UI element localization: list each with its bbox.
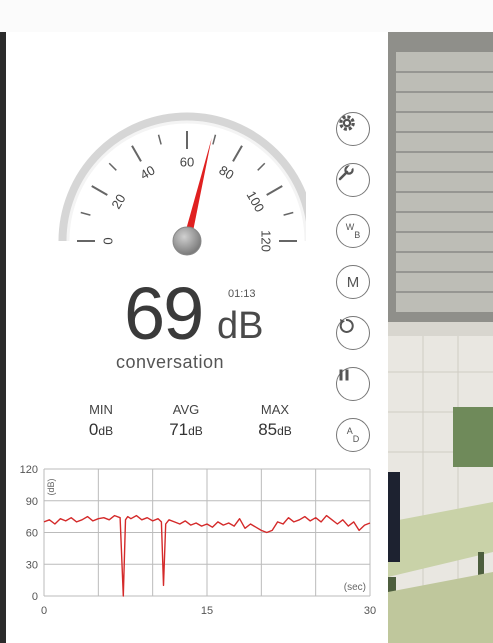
gauge-tick <box>266 185 283 196</box>
chart-grid <box>43 468 371 597</box>
chart-y-tick: 60 <box>26 528 38 540</box>
reset-icon <box>339 318 354 333</box>
gauge-tick <box>283 211 294 216</box>
gauge-label: 20 <box>108 191 128 211</box>
gauge-label: 0 <box>100 237 115 244</box>
min-label: MIN <box>89 402 113 417</box>
gauge-label: 40 <box>137 162 157 182</box>
max-value: 85dB <box>258 420 292 439</box>
chart-x-tick: 0 <box>41 605 47 617</box>
noise-category: conversation <box>116 352 225 372</box>
max-label: MAX <box>260 402 290 417</box>
current-db-unit: dB <box>217 305 264 347</box>
memory-label: M <box>346 273 360 291</box>
gauge-label: 100 <box>244 188 268 214</box>
chart-x-tick: 15 <box>201 605 213 617</box>
gauge-label: 80 <box>217 162 237 182</box>
gauge-tick <box>257 162 266 171</box>
gauge-tick <box>157 134 162 145</box>
ad-button[interactable]: AD <box>336 418 370 452</box>
chart-y-label: (dB) <box>46 478 56 495</box>
gauge-tick <box>212 134 217 145</box>
chart-y-tick: 120 <box>20 464 38 476</box>
settings-button[interactable] <box>336 112 370 146</box>
sound-meter-panel: 0 20 40 60 80 100 120 120 90 60 30 0 0 15 30 (dB) (sec)… <box>6 32 388 643</box>
gauge-label: 60 <box>180 154 194 169</box>
gauge-tick <box>108 162 117 171</box>
min-value: 0dB <box>88 420 114 439</box>
min-stat: MIN 0dB <box>66 402 136 440</box>
chart-y-tick: 0 <box>32 591 38 603</box>
chart-y-tick: 90 <box>26 496 38 508</box>
chart-x-label: (sec) <box>344 582 366 593</box>
gauge: 0 20 40 60 80 100 120 <box>58 112 306 256</box>
gear-icon <box>339 115 355 131</box>
current-db-value: 69 <box>124 272 204 355</box>
pause-button[interactable] <box>336 367 370 401</box>
elapsed-timer: 01:13 <box>228 288 256 300</box>
max-stat: MAX 85dB <box>240 402 310 440</box>
pause-icon <box>339 369 349 381</box>
gauge-tick <box>80 211 91 216</box>
gauge-tick <box>131 145 142 162</box>
chart-x-tick: 30 <box>364 605 376 617</box>
wrench-icon <box>338 164 354 181</box>
gauge-label: 120 <box>259 230 274 252</box>
chart-series-line <box>43 514 371 597</box>
ad-d: D <box>352 434 360 444</box>
weighting-b: B <box>354 230 361 240</box>
avg-stat: AVG 71dB <box>151 402 221 440</box>
weighting-button[interactable]: WB <box>336 214 370 248</box>
gauge-tick <box>232 145 243 162</box>
calibrate-button[interactable] <box>336 163 370 197</box>
memory-button[interactable]: M <box>336 265 370 299</box>
chart-y-tick: 30 <box>26 559 38 571</box>
avg-value: 71dB <box>169 420 203 439</box>
gauge-hub <box>172 226 202 256</box>
top-bar <box>0 0 493 32</box>
reset-button[interactable] <box>336 316 370 350</box>
gauge-arc <box>58 112 306 242</box>
avg-label: AVG <box>172 402 200 417</box>
classroom-background <box>388 32 493 643</box>
weighting-w: W <box>345 222 355 232</box>
gauge-tick <box>91 185 108 196</box>
